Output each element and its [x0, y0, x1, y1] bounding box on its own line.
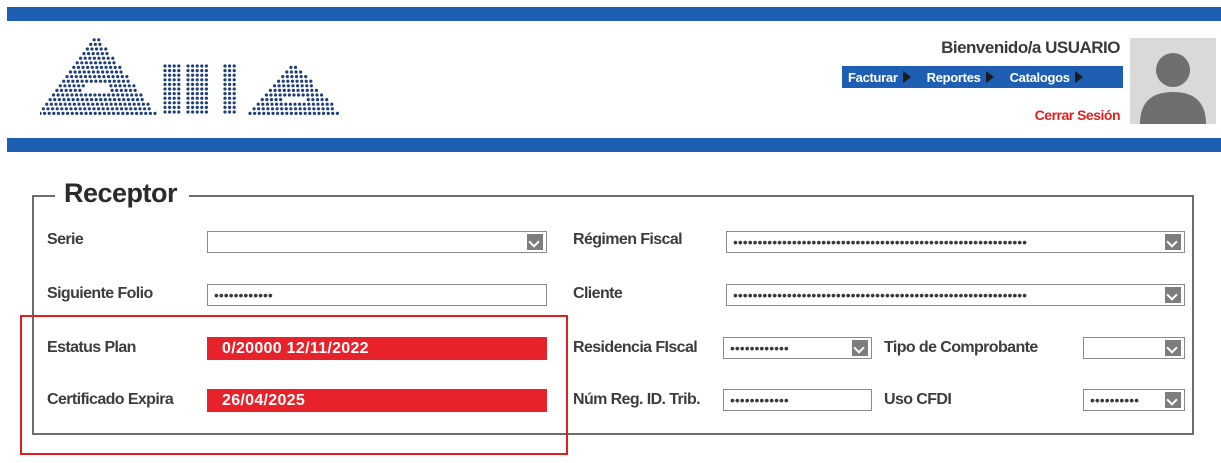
main-nav: Facturar Reportes Catalogos: [842, 66, 1123, 88]
user-avatar[interactable]: [1130, 38, 1216, 124]
cliente-value: ••••••••••••••••••••••••••••••••••••••••…: [733, 287, 1028, 303]
welcome-text: Bienvenido/a USUARIO: [941, 38, 1120, 57]
uso-cfdi-select[interactable]: ••••••••••: [1083, 389, 1185, 411]
nav-facturar[interactable]: Facturar: [848, 70, 911, 85]
version-label: Factura CFDI v3.3: [1128, 163, 1216, 175]
residencia-fiscal-value: ••••••••••••: [730, 340, 789, 356]
receptor-title: Receptor: [55, 178, 190, 209]
highlight-box: [20, 315, 568, 455]
residencia-fiscal-label: Residencia FIscal: [573, 339, 698, 356]
tipo-comprobante-select[interactable]: [1083, 337, 1185, 359]
arrow-right-icon: [902, 71, 911, 83]
nav-reportes[interactable]: Reportes: [927, 70, 994, 85]
chevron-down-icon: [1165, 340, 1181, 356]
arrow-right-icon: [1074, 71, 1083, 83]
top-bar: [7, 7, 1221, 21]
serie-select[interactable]: [207, 231, 547, 253]
nav-catalogos-label: Catalogos: [1009, 69, 1070, 85]
logout-link[interactable]: Cerrar Sesión: [1035, 107, 1121, 123]
chevron-down-icon: [1165, 234, 1181, 250]
serie-label: Serie: [47, 231, 84, 248]
chevron-down-icon: [852, 340, 868, 356]
cliente-label: Cliente: [573, 285, 623, 302]
nav-facturar-label: Facturar: [848, 69, 898, 85]
siguiente-folio-label: Siguiente Folio: [47, 285, 153, 302]
nav-catalogos[interactable]: Catalogos: [1010, 70, 1083, 85]
num-reg-id-trib-input[interactable]: ••••••••••••: [723, 389, 872, 411]
chevron-down-icon: [1165, 392, 1181, 408]
regimen-fiscal-select[interactable]: ••••••••••••••••••••••••••••••••••••••••…: [726, 231, 1185, 253]
regimen-fiscal-label: Régimen Fiscal: [573, 231, 683, 248]
chevron-down-icon: [527, 234, 543, 250]
regimen-fiscal-value: ••••••••••••••••••••••••••••••••••••••••…: [733, 234, 1028, 250]
arrow-right-icon: [985, 71, 994, 83]
sub-bar: [7, 138, 1221, 152]
uso-cfdi-label: Uso CFDI: [884, 391, 952, 408]
tipo-comprobante-label: Tipo de Comprobante: [884, 339, 1038, 356]
apia-logo: [40, 38, 339, 115]
siguiente-folio-input[interactable]: ••••••••••••: [207, 284, 547, 306]
num-reg-id-trib-label: Núm Reg. ID. Trib.: [573, 391, 701, 408]
nav-reportes-label: Reportes: [926, 69, 981, 85]
residencia-fiscal-select[interactable]: ••••••••••••: [723, 337, 872, 359]
user-silhouette-icon: [1140, 53, 1206, 124]
chevron-down-icon: [1165, 287, 1181, 303]
cliente-select[interactable]: ••••••••••••••••••••••••••••••••••••••••…: [726, 284, 1185, 306]
uso-cfdi-value: ••••••••••: [1090, 392, 1140, 408]
